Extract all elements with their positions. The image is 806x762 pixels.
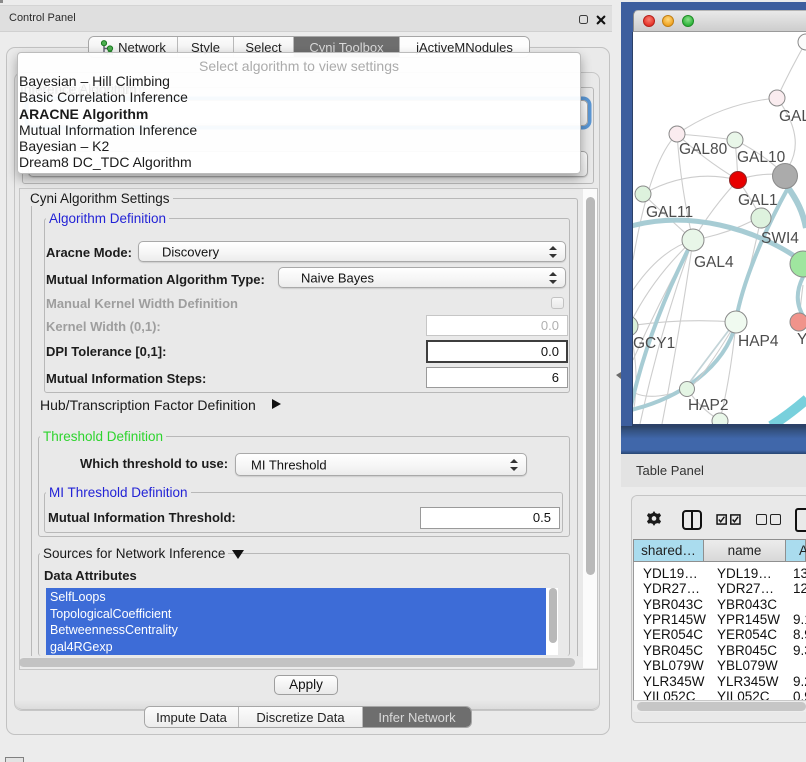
svg-text:GAL10: GAL10 [737,149,786,166]
svg-text:GAL1: GAL1 [738,192,778,209]
svg-text:HAP2: HAP2 [688,397,729,414]
svg-text:HAP4: HAP4 [738,333,779,350]
svg-text:YM: YM [797,331,806,348]
svg-text:SWI4: SWI4 [761,230,799,247]
svg-text:GAL7: GAL7 [779,108,806,125]
svg-text:GAL11: GAL11 [646,204,693,221]
svg-text:GCY1: GCY1 [633,335,675,352]
svg-text:GAL80: GAL80 [679,141,728,158]
svg-text:GAL4: GAL4 [694,254,734,271]
